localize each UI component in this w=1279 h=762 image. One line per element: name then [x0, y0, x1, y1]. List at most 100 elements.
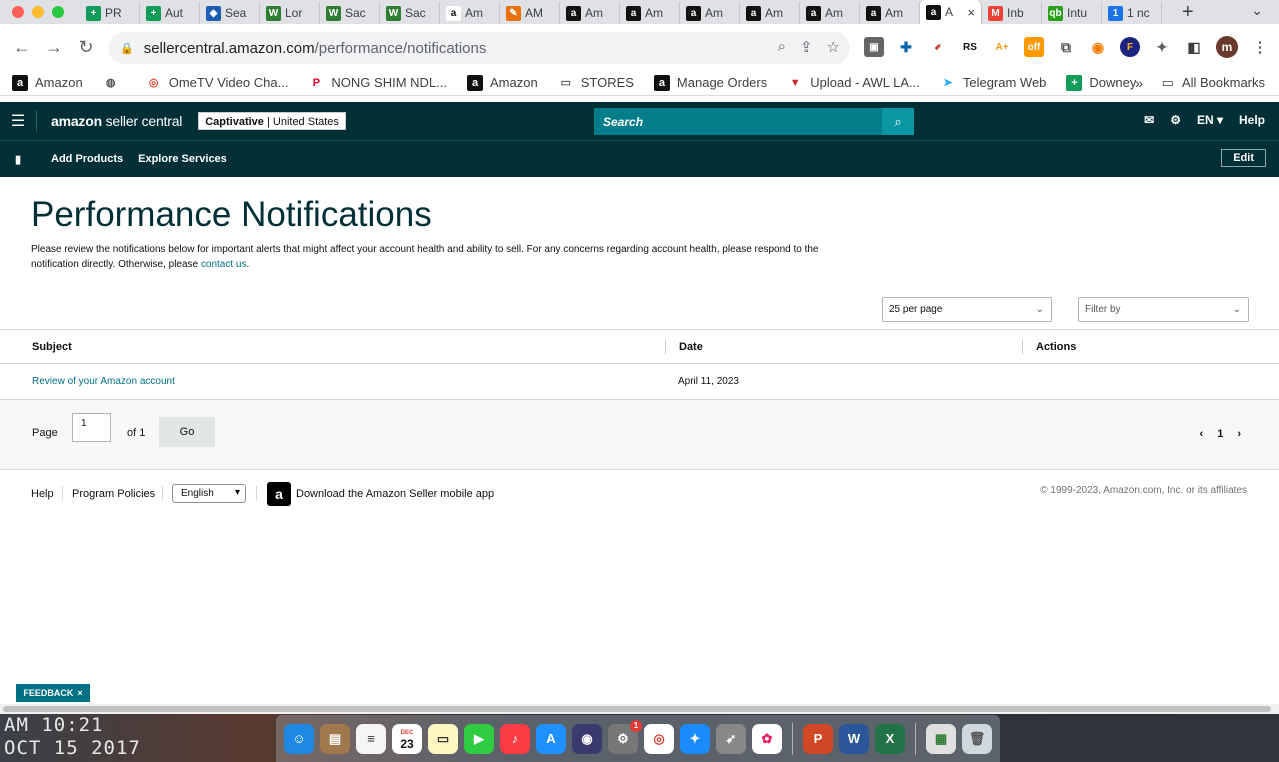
mail-icon[interactable]: ✉	[1144, 113, 1154, 127]
browser-tab[interactable]: a A ×	[920, 0, 982, 24]
edit-button[interactable]: Edit	[1221, 149, 1266, 167]
horizontal-scrollbar[interactable]	[0, 704, 1279, 714]
contacts-icon[interactable]: ▤	[320, 723, 350, 754]
forward-arrow-icon[interactable]: →	[38, 37, 70, 58]
chrome-icon[interactable]: ◎	[644, 723, 674, 754]
gear-icon[interactable]: ⚙	[1170, 113, 1181, 127]
browser-tab[interactable]: a Am	[620, 2, 680, 24]
browser-tab[interactable]: a Am	[860, 2, 920, 24]
notification-subject-link[interactable]: Review of your Amazon account	[32, 376, 175, 387]
excel-icon[interactable]: X	[875, 723, 905, 754]
filter-select[interactable]: Filter by ⌄	[1078, 297, 1249, 322]
scrollbar-thumb[interactable]	[3, 706, 1271, 712]
puzzle-icon[interactable]: ✦	[1152, 37, 1172, 57]
share-icon[interactable]: ⇪	[800, 38, 813, 56]
reload-icon[interactable]: ↻	[70, 37, 102, 58]
music-icon[interactable]: ♪	[500, 723, 530, 754]
account-switcher[interactable]: Captivative | United States	[198, 112, 346, 130]
close-window-button[interactable]	[12, 6, 24, 18]
zoom-icon[interactable]: ⌕	[778, 38, 786, 56]
finder-icon[interactable]: ☺	[284, 723, 314, 754]
kebab-menu-icon[interactable]: ⋮	[1250, 37, 1270, 57]
safari-icon[interactable]: ✦	[680, 723, 710, 754]
next-page-icon[interactable]: ›	[1237, 428, 1241, 440]
documents-stack-icon[interactable]: ▦	[926, 723, 956, 754]
close-tab-icon[interactable]: ×	[967, 5, 975, 20]
browser-tab[interactable]: qb Intu	[1042, 2, 1102, 24]
bookmark-item[interactable]: ▭ STORES	[558, 75, 634, 91]
address-bar[interactable]: 🔒 sellercentral.amazon.com/performance/n…	[108, 32, 850, 64]
browser-tab[interactable]: a Am	[560, 2, 620, 24]
back-arrow-icon[interactable]: ←	[6, 37, 38, 58]
all-bookmarks-button[interactable]: ▭ All Bookmarks	[1162, 75, 1265, 91]
app-store-icon[interactable]: A	[536, 723, 566, 754]
browser-tab[interactable]: ✎ AM	[500, 2, 560, 24]
column-subject[interactable]: Subject	[32, 341, 72, 353]
screenshot-extension-icon[interactable]: ⧉	[1056, 37, 1076, 57]
bookmark-item[interactable]: ◎ OmeTV Video Cha...	[146, 75, 289, 91]
new-tab-button[interactable]: +	[1182, 1, 1194, 24]
browser-tab[interactable]: M Inb	[982, 2, 1042, 24]
bookmark-item[interactable]: a Amazon	[12, 74, 83, 91]
browser-tab[interactable]: 1 1 nc	[1102, 2, 1162, 24]
rs-extension-icon[interactable]: RS	[960, 37, 980, 57]
bookmark-star-icon[interactable]: ☆	[827, 38, 840, 56]
nav-explore-services[interactable]: Explore Services	[138, 153, 227, 165]
minimize-window-button[interactable]	[32, 6, 44, 18]
footer-help-link[interactable]: Help	[31, 488, 54, 500]
browser-tab[interactable]: ◆ Sea	[200, 2, 260, 24]
footer-language-select[interactable]: English ▾	[172, 484, 246, 503]
bookmark-item[interactable]: + Downey	[1066, 74, 1136, 91]
search-input[interactable]: Search	[594, 115, 882, 129]
language-selector[interactable]: EN ▾	[1197, 113, 1223, 127]
go-button[interactable]: Go	[159, 417, 215, 447]
bookmark-icon[interactable]: ▮	[0, 153, 36, 166]
header-search[interactable]: Search ⌕	[594, 108, 914, 135]
seller-central-logo[interactable]: amazon seller central	[36, 110, 182, 132]
calendar-icon[interactable]: DEC 23	[392, 723, 422, 754]
firefox-like-extension-icon[interactable]: ◉	[1088, 37, 1108, 57]
browser-tab[interactable]: a Am	[680, 2, 740, 24]
browser-tab[interactable]: a Am	[800, 2, 860, 24]
powerpoint-icon[interactable]: P	[803, 723, 833, 754]
column-date[interactable]: Date	[679, 341, 703, 353]
bookmark-item[interactable]: a Amazon	[467, 74, 538, 91]
bookmark-item[interactable]: a Manage Orders	[653, 74, 767, 91]
off-badge-extension-icon[interactable]: off	[1024, 37, 1044, 57]
system-preferences-icon[interactable]: ⚙ 1	[608, 719, 642, 754]
siri-icon[interactable]: ◉	[572, 723, 602, 754]
f-extension-icon[interactable]: F	[1120, 37, 1140, 57]
off-extension-icon[interactable]: ▣	[864, 37, 884, 57]
footer-program-policies-link[interactable]: Program Policies	[72, 488, 155, 500]
browser-tab[interactable]: W Lor	[260, 2, 320, 24]
help-link[interactable]: Help	[1239, 113, 1265, 127]
page-number-input[interactable]: 1	[72, 413, 111, 442]
per-page-select[interactable]: 25 per page ⌄	[882, 297, 1052, 322]
bookmark-item[interactable]: P NONG SHIM NDL...	[308, 75, 447, 91]
previous-page-icon[interactable]: ‹	[1200, 428, 1204, 440]
close-icon[interactable]: ×	[77, 688, 82, 698]
profile-avatar[interactable]: m	[1216, 36, 1238, 58]
hamburger-menu-icon[interactable]: ☰	[0, 111, 36, 131]
notes-icon[interactable]: ▭	[428, 723, 458, 754]
feedback-button[interactable]: FEEDBACK ×	[16, 684, 90, 702]
search-icon[interactable]: ⌕	[882, 108, 914, 135]
browser-tab[interactable]: a Am	[440, 2, 500, 24]
tab-search-chevron-icon[interactable]: ⌄	[1251, 2, 1263, 19]
word-icon[interactable]: W	[839, 723, 869, 754]
helm-extension-icon[interactable]: ✚	[896, 37, 916, 57]
browser-tab[interactable]: + Aut	[140, 2, 200, 24]
bookmarks-overflow-button[interactable]: »	[1135, 75, 1143, 91]
contact-us-link[interactable]: contact us	[201, 259, 247, 270]
reminders-icon[interactable]: ≡	[356, 723, 386, 754]
nav-add-products[interactable]: Add Products	[51, 153, 123, 165]
trash-icon[interactable]: 🗑	[962, 723, 992, 754]
signin-extension-icon[interactable]: ✐	[928, 37, 948, 57]
zoom-window-button[interactable]	[52, 6, 64, 18]
browser-tab[interactable]: W Sac	[320, 2, 380, 24]
browser-tab[interactable]: + PR	[80, 2, 140, 24]
current-page[interactable]: 1	[1217, 428, 1223, 440]
bookmark-item[interactable]: ➤ Telegram Web	[940, 75, 1046, 91]
bookmark-item[interactable]: ▼ Upload - AWL LA...	[787, 75, 920, 91]
amazon-app-icon[interactable]: a	[267, 482, 291, 506]
